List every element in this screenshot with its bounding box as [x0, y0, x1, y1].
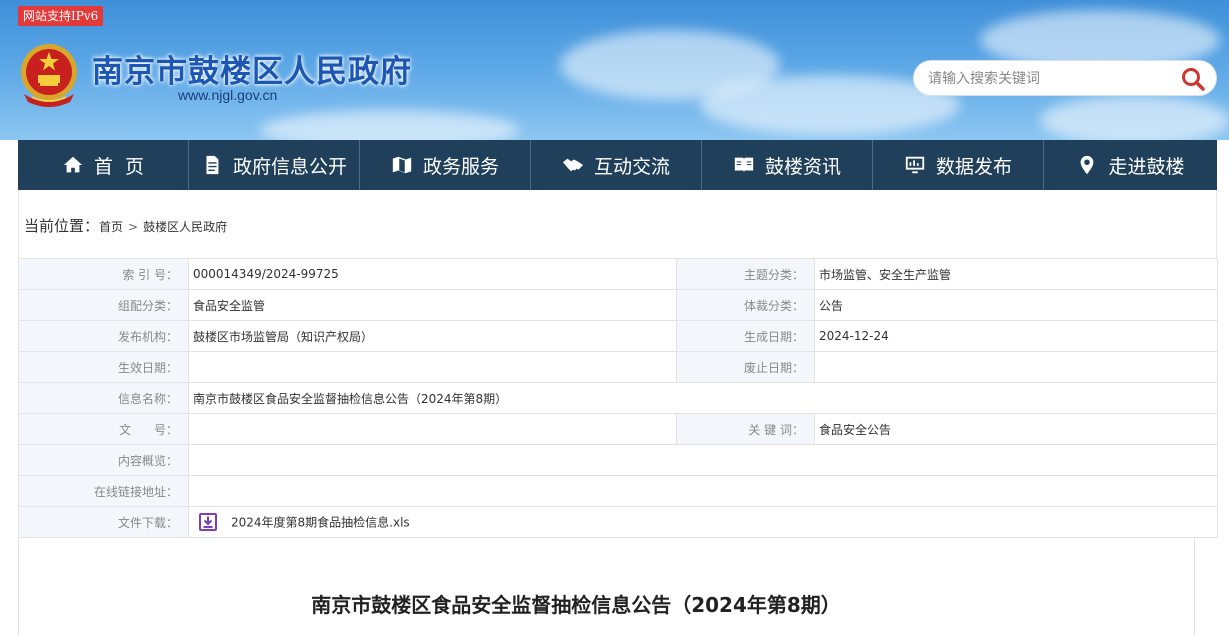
table-row: 文 号： 关 键 词： 食品安全公告	[18, 413, 1218, 445]
table-row: 内容概览：	[18, 444, 1218, 476]
breadcrumb-home-link[interactable]: 首页	[99, 218, 123, 235]
cloud-decoration	[1040, 95, 1229, 140]
effective-date-label: 生效日期：	[18, 351, 189, 383]
publisher-label: 发布机构：	[18, 320, 189, 352]
download-file-link[interactable]: 2024年度第8期食品抽检信息.xls	[231, 516, 410, 530]
publisher-value: 鼓楼区市场监管局（知识产权局）	[188, 320, 677, 352]
breadcrumb: 当前位置： 首页 > 鼓楼区人民政府	[18, 190, 1217, 258]
site-url: www.njgl.gov.cn	[178, 87, 278, 103]
genre-value: 公告	[814, 289, 1218, 321]
location-pin-icon	[1081, 155, 1094, 175]
article-title: 南京市鼓楼区食品安全监督抽检信息公告（2024年第8期）	[311, 593, 841, 617]
nav-item-label: 政务服务	[422, 155, 499, 178]
expiry-date-value	[814, 351, 1218, 383]
info-name-label: 信息名称：	[18, 382, 189, 414]
info-table: 索 引 号： 000014349/2024-99725 主题分类： 市场监管、安…	[18, 258, 1218, 538]
online-link-value	[188, 475, 1218, 507]
nav-item-about[interactable]: 走进鼓楼	[1044, 140, 1217, 190]
doc-no-value	[188, 413, 677, 445]
handshake-icon	[562, 158, 584, 172]
topic-value: 市场监管、安全生产监管	[814, 258, 1218, 290]
nav-item-label: 政府信息公开	[232, 155, 347, 178]
topic-label: 主题分类：	[676, 258, 815, 290]
table-row: 组配分类： 食品安全监管 体裁分类： 公告	[18, 289, 1218, 321]
search-input[interactable]	[928, 68, 1168, 90]
nav-item-label: 数据发布	[935, 155, 1012, 178]
table-row: 文件下载： 2024年度第8期食品抽检信息.xls	[18, 506, 1218, 538]
effective-date-value	[188, 351, 677, 383]
summary-label: 内容概览：	[18, 444, 189, 476]
monitor-chart-icon	[905, 156, 925, 174]
table-row: 信息名称： 南京市鼓楼区食品安全监督抽检信息公告（2024年第8期）	[18, 382, 1218, 414]
national-emblem-icon	[21, 44, 77, 107]
nav-item-interaction[interactable]: 互动交流	[531, 140, 702, 190]
summary-value	[188, 444, 1218, 476]
nav-item-data[interactable]: 数据发布	[873, 140, 1044, 190]
article-body: 南京市鼓楼区食品安全监督抽检信息公告（2024年第8期）	[18, 538, 1195, 636]
table-row: 生效日期： 废止日期：	[18, 351, 1218, 383]
download-icon[interactable]	[199, 513, 217, 531]
ipv6-badge: 网站支持IPv6	[18, 6, 104, 26]
index-no-label: 索 引 号：	[18, 258, 189, 290]
breadcrumb-separator: >	[128, 220, 139, 234]
cloud-decoration	[260, 110, 520, 140]
map-icon	[392, 156, 412, 174]
created-date-value: 2024-12-24	[814, 320, 1218, 352]
nav-item-gov-info[interactable]: 政府信息公开	[189, 140, 360, 190]
nav-item-label: 首 页	[93, 155, 145, 178]
site-title: 南京市鼓楼区人民政府	[92, 54, 412, 90]
online-link-label: 在线链接地址：	[18, 475, 189, 507]
nav-item-label: 鼓楼资讯	[764, 155, 841, 178]
home-icon	[63, 156, 83, 173]
site-header: 网站支持IPv6 南京市鼓楼区人民政府 www.njgl.gov.cn	[0, 0, 1229, 140]
nav-item-news[interactable]: 鼓楼资讯	[702, 140, 873, 190]
document-icon	[206, 155, 219, 175]
breadcrumb-label: 当前位置：	[24, 217, 100, 235]
search-icon[interactable]	[1180, 66, 1206, 92]
nav-item-services[interactable]: 政务服务	[360, 140, 531, 190]
table-row: 索 引 号： 000014349/2024-99725 主题分类： 市场监管、安…	[18, 258, 1218, 290]
nav-item-label: 互动交流	[593, 155, 670, 178]
main-nav: 首 页 政府信息公开 政务服务 互动交流 鼓楼资讯 数据发布 走进鼓楼	[18, 140, 1217, 190]
category-value: 食品安全监管	[188, 289, 677, 321]
download-label: 文件下载：	[18, 506, 189, 538]
table-row: 在线链接地址：	[18, 475, 1218, 507]
doc-no-label: 文 号：	[18, 413, 189, 445]
created-date-label: 生成日期：	[676, 320, 815, 352]
index-no-value: 000014349/2024-99725	[188, 258, 677, 290]
expiry-date-label: 废止日期：	[676, 351, 815, 383]
search-box	[913, 60, 1217, 96]
keywords-label: 关 键 词：	[676, 413, 815, 445]
genre-label: 体裁分类：	[676, 289, 815, 321]
table-row: 发布机构： 鼓楼区市场监管局（知识产权局） 生成日期： 2024-12-24	[18, 320, 1218, 352]
download-cell: 2024年度第8期食品抽检信息.xls	[188, 506, 1218, 538]
breadcrumb-current-link[interactable]: 鼓楼区人民政府	[143, 218, 227, 235]
keywords-value: 食品安全公告	[814, 413, 1218, 445]
category-label: 组配分类：	[18, 289, 189, 321]
nav-item-label: 走进鼓楼	[1108, 155, 1185, 178]
info-name-value: 南京市鼓楼区食品安全监督抽检信息公告（2024年第8期）	[188, 382, 1218, 414]
nav-item-home[interactable]: 首 页	[18, 140, 189, 190]
book-icon	[734, 157, 754, 173]
